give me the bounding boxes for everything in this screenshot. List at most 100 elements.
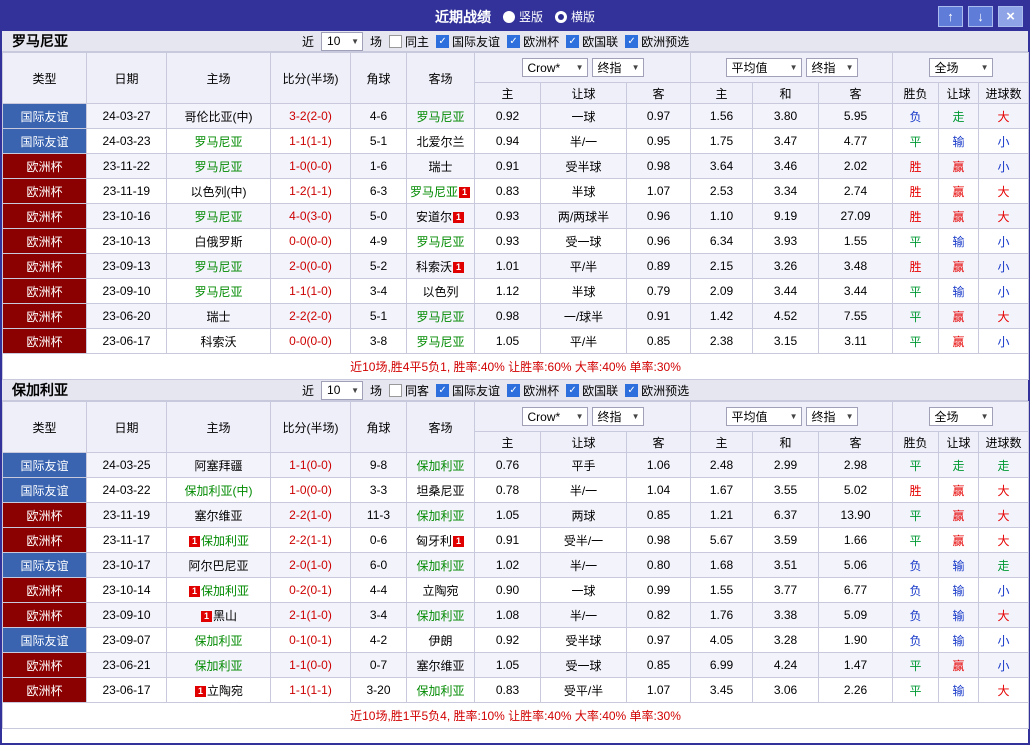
corners: 0-6 [350,527,407,553]
result-outcome: 平 [892,128,940,154]
avg-away-odds: 3.11 [818,328,894,354]
bookmaker-select[interactable]: Crow* ▼ [521,407,588,426]
layout-radio-horizontal[interactable]: 横版 [555,8,595,25]
score: 1-1(1-1) [270,128,351,154]
result-handicap: 赢 [938,303,980,329]
handicap-line: 半/一 [540,477,627,503]
final-index-select[interactable]: 终指 ▼ [805,407,858,426]
fulltime-select[interactable]: 全场 ▼ [928,407,993,426]
fulltime-select[interactable]: 全场 ▼ [928,58,993,77]
handicap-line: 半/一 [540,602,627,628]
home-team: 1 黑山 [166,602,271,628]
filter-competition-3[interactable]: ✓ 欧洲预选 [625,33,689,50]
match-row[interactable]: 欧洲杯 23-06-17 1 立陶宛 1-1(1-1) 3-20 保加利亚 0.83 受平/半 1… [2,677,1030,703]
handicap-away-odds: 0.85 [625,328,692,354]
filter-competition-0[interactable]: ✓ 国际友谊 [436,382,500,399]
match-type: 国际友谊 [2,128,87,154]
filter-same-venue[interactable]: 同客 [389,382,429,399]
match-row[interactable]: 国际友谊 23-09-07 保加利亚 0-1(0-1) 4-2 伊朗 0.92 受半球 0.97… [2,627,1030,653]
result-handicap: 赢 [938,502,980,528]
chevron-down-icon: ▼ [351,36,360,46]
match-date: 23-10-17 [86,552,167,578]
away-team: 坦桑尼亚 [406,477,475,503]
match-row[interactable]: 国际友谊 24-03-25 阿塞拜疆 1-1(0-0) 9-8 保加利亚 0.76 平手 1.0… [2,452,1030,478]
average-select[interactable]: 平均值 ▼ [725,58,802,77]
away-team: 立陶宛 [406,577,475,603]
filter-competition-1[interactable]: ✓ 欧洲杯 [507,382,559,399]
layout-radio-vertical[interactable]: 竖版 [502,8,543,25]
final-index-select[interactable]: 终指 ▼ [805,58,858,77]
titlebar: 近期战绩 竖版 横版 ↑ ↓ × [2,2,1028,31]
handicap-away-odds: 0.98 [625,527,692,553]
match-row[interactable]: 国际友谊 24-03-23 罗马尼亚 1-1(1-1) 5-1 北爱尔兰 0.94 半/一 0.… [2,128,1030,154]
handicap-line: 一/球半 [540,303,627,329]
corners: 1-6 [350,153,407,179]
match-row[interactable]: 欧洲杯 23-11-22 罗马尼亚 1-0(0-0) 1-6 瑞士 0.91 受半球 0.98 3… [2,153,1030,179]
match-row[interactable]: 国际友谊 24-03-22 保加利亚(中) 1-0(0-0) 3-3 坦桑尼亚 0.78 半/… [2,477,1030,503]
match-row[interactable]: 欧洲杯 23-06-17 科索沃 0-0(0-0) 3-8 罗马尼亚 1.05 平/半 0.85… [2,328,1030,354]
handicap-home-odds: 0.98 [474,303,541,329]
handicap-line: 受半球 [540,153,627,179]
home-team: 瑞士 [166,303,271,329]
match-row[interactable]: 欧洲杯 23-06-21 保加利亚 1-1(0-0) 0-7 塞尔维亚 1.05 受一球 0.8… [2,652,1030,678]
filter-competition-2[interactable]: ✓ 欧国联 [566,33,618,50]
corners: 11-3 [350,502,407,528]
avg-away-odds: 5.95 [818,103,894,129]
avg-away-odds: 2.74 [818,178,894,204]
checked-checkbox-icon: ✓ [625,383,639,397]
handicap-home-odds: 1.05 [474,652,541,678]
match-row[interactable]: 欧洲杯 23-09-13 罗马尼亚 2-0(0-0) 5-2 科索沃 1 1.01 平/半 0.8… [2,253,1030,279]
filter-competition-2[interactable]: ✓ 欧国联 [566,382,618,399]
score: 1-0(0-0) [270,153,351,179]
average-select[interactable]: 平均值 ▼ [725,407,802,426]
match-type: 欧洲杯 [2,278,87,304]
result-outcome: 平 [892,328,940,354]
move-down-button[interactable]: ↓ [968,6,993,27]
result-goals: 小 [978,328,1030,354]
home-team: 罗马尼亚 [166,153,271,179]
match-row[interactable]: 国际友谊 23-10-17 阿尔巴尼亚 2-0(1-0) 6-0 保加利亚 1.02 半/一 0… [2,552,1030,578]
filter-same-venue[interactable]: 同主 [389,33,429,50]
final-index-select[interactable]: 终指 ▼ [591,58,644,77]
games-label: 场 [370,383,383,398]
handicap-line: 半球 [540,278,627,304]
close-button[interactable]: × [998,6,1023,27]
match-row[interactable]: 欧洲杯 23-10-14 1 保加利亚 0-2(0-1) 4-4 立陶宛 0.90 一球 0.99… [2,577,1030,603]
away-team: 科索沃 1 [406,253,475,279]
games-count-select[interactable]: 10 ▼ [321,380,364,400]
away-team: 瑞士 [406,153,475,179]
final-index-select[interactable]: 终指 ▼ [591,407,644,426]
match-row[interactable]: 欧洲杯 23-11-19 塞尔维亚 2-2(1-0) 11-3 保加利亚 1.05 两球 0.8… [2,502,1030,528]
handicap-home-odds: 1.02 [474,552,541,578]
match-row[interactable]: 国际友谊 24-03-27 哥伦比亚(中) 3-2(2-0) 4-6 罗马尼亚 0.92 一球… [2,103,1030,129]
column-subheader: 主 [474,431,541,453]
corners: 9-8 [350,452,407,478]
avg-away-odds: 5.02 [818,477,894,503]
home-team: 白俄罗斯 [166,228,271,254]
avg-home-odds: 4.05 [690,627,754,653]
bookmaker-select[interactable]: Crow* ▼ [521,58,588,77]
filter-competition-3[interactable]: ✓ 欧洲预选 [625,382,689,399]
match-row[interactable]: 欧洲杯 23-06-20 瑞士 2-2(2-0) 5-1 罗马尼亚 0.98 一/球半 0.91… [2,303,1030,329]
filter-competition-0[interactable]: ✓ 国际友谊 [436,33,500,50]
match-row[interactable]: 欧洲杯 23-10-16 罗马尼亚 4-0(3-0) 5-0 安道尔 1 0.93 两/两球半 0… [2,203,1030,229]
avg-home-odds: 1.76 [690,602,754,628]
column-subheader: 让球 [938,431,980,453]
move-up-button[interactable]: ↑ [938,6,963,27]
avg-away-odds: 13.90 [818,502,894,528]
result-handicap: 赢 [938,153,980,179]
games-count-select[interactable]: 10 ▼ [321,31,364,51]
column-subheader: 客 [818,431,894,453]
match-type: 欧洲杯 [2,228,87,254]
match-type: 欧洲杯 [2,602,87,628]
match-date: 24-03-22 [86,477,167,503]
match-row[interactable]: 欧洲杯 23-11-17 1 保加利亚 2-2(1-1) 0-6 匈牙利 1 0.91 受半/一 0… [2,527,1030,553]
corners: 6-3 [350,178,407,204]
match-row[interactable]: 欧洲杯 23-10-13 白俄罗斯 0-0(0-0) 4-9 罗马尼亚 0.93 受一球 0.9… [2,228,1030,254]
match-row[interactable]: 欧洲杯 23-09-10 罗马尼亚 1-1(1-0) 3-4 以色列 1.12 半球 0.79 2… [2,278,1030,304]
match-row[interactable]: 欧洲杯 23-11-19 以色列(中) 1-2(1-1) 6-3 罗马尼亚 1 0.83 半球 1… [2,178,1030,204]
filter-competition-1[interactable]: ✓ 欧洲杯 [507,33,559,50]
result-outcome: 胜 [892,477,940,503]
result-goals: 大 [978,502,1030,528]
match-row[interactable]: 欧洲杯 23-09-10 1 黑山 2-1(1-0) 3-4 保加利亚 1.08 半/一 0.82… [2,602,1030,628]
